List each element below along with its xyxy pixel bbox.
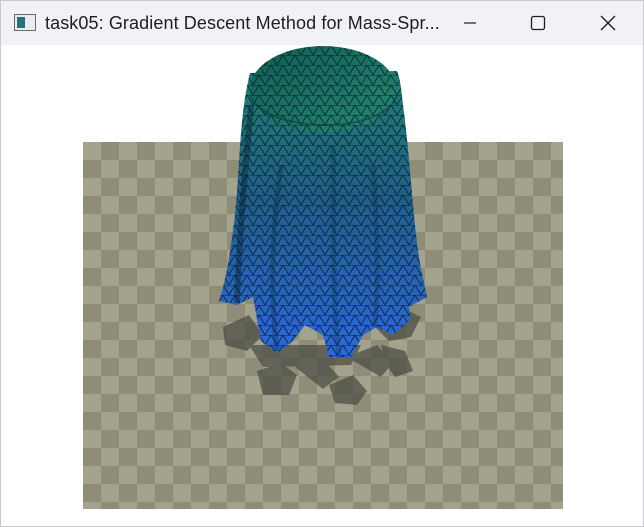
minimize-icon [464, 22, 476, 24]
render-viewport[interactable] [1, 45, 643, 526]
maximize-button[interactable] [515, 1, 561, 45]
close-button[interactable] [585, 1, 631, 45]
minimize-button[interactable] [447, 1, 493, 45]
app-window-icon [14, 14, 36, 31]
app-window: task05: Gradient Descent Method for Mass… [0, 0, 644, 527]
title-bar[interactable]: task05: Gradient Descent Method for Mass… [1, 1, 643, 45]
window-title: task05: Gradient Descent Method for Mass… [45, 13, 440, 33]
maximize-icon [530, 15, 546, 31]
scene-svg [83, 46, 563, 509]
close-icon [600, 15, 616, 31]
cloth-top [249, 46, 398, 132]
